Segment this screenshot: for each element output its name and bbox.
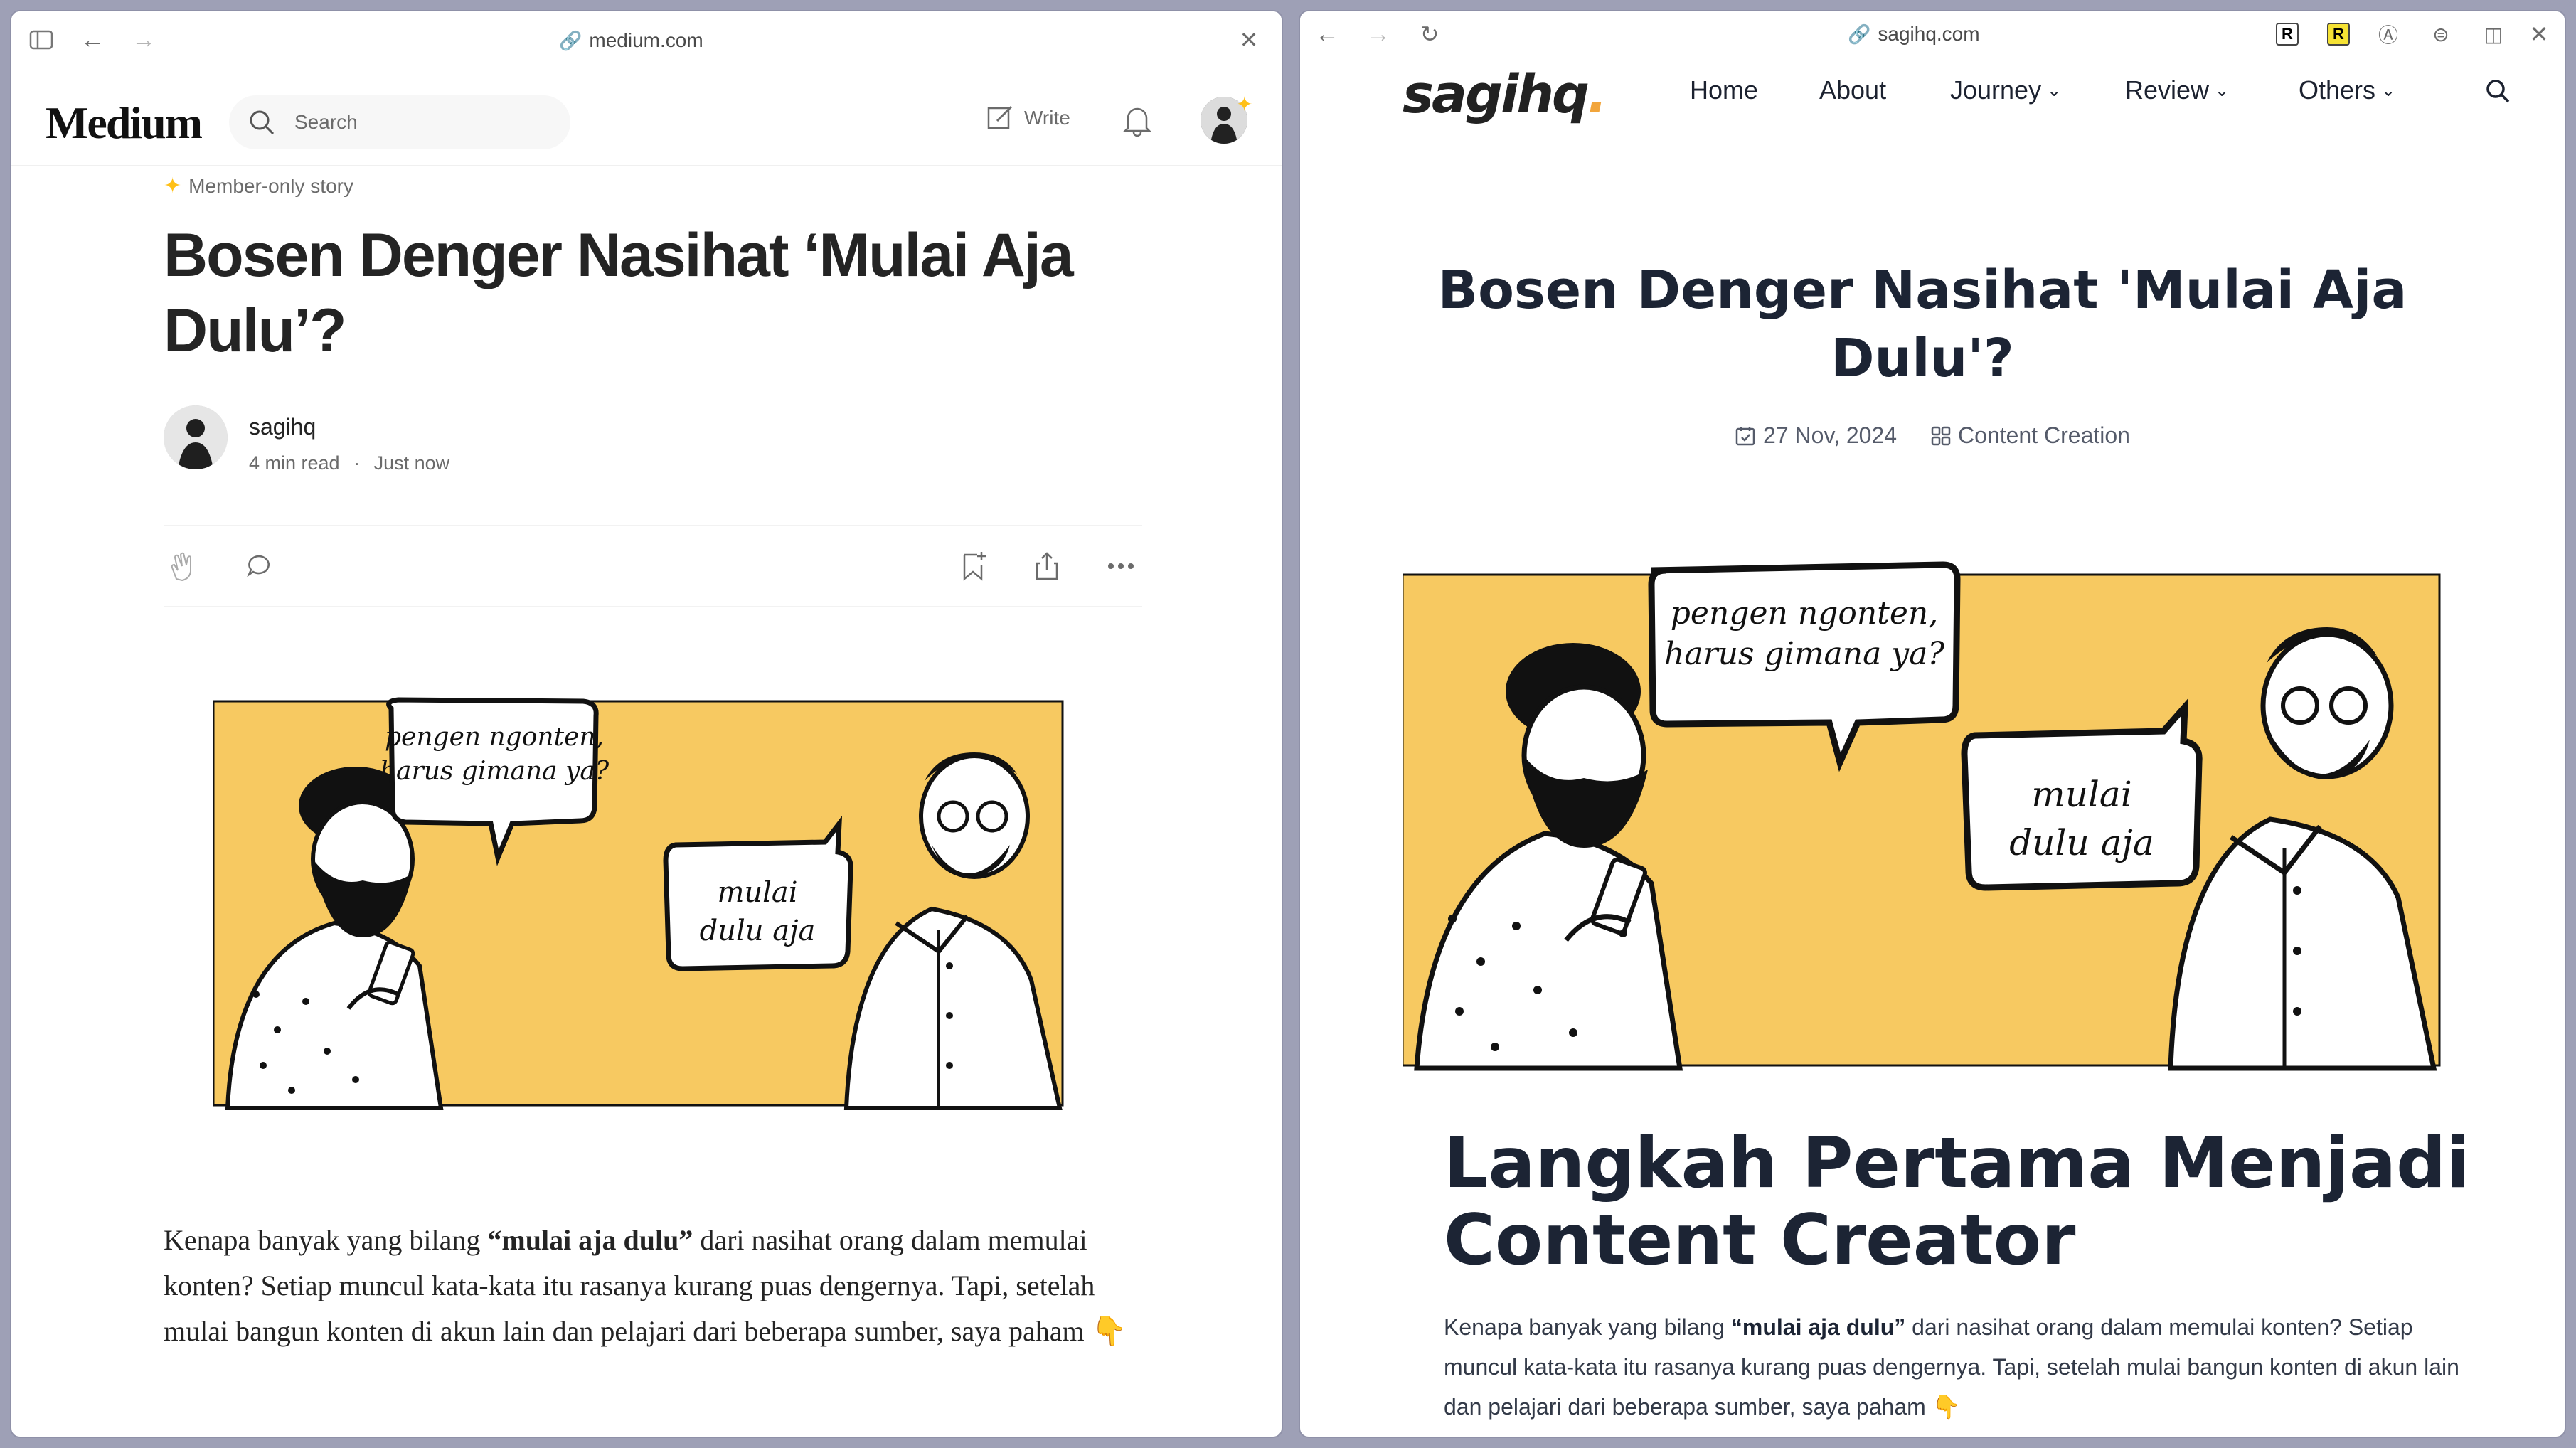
translate-icon[interactable]: Ⓐ bbox=[2373, 18, 2404, 50]
logo-text: sagihq bbox=[1403, 64, 1590, 125]
close-tab-icon[interactable]: ✕ bbox=[2523, 18, 2555, 50]
back-arrow-icon[interactable]: ← bbox=[1311, 18, 1343, 50]
write-button[interactable]: Write bbox=[986, 104, 1070, 132]
article-body: Kenapa banyak yang bilang “mulai aja dul… bbox=[164, 1218, 1159, 1354]
nav-home-label: Home bbox=[1690, 75, 1759, 105]
site-navigation: sagihq. Home About Journey ⌄ Review ⌄ Othe… bbox=[1300, 64, 2565, 138]
body-text-start: Kenapa banyak yang bilang bbox=[1444, 1314, 1731, 1340]
browser-toolbar: ← → 🔗 medium.com ✕ bbox=[11, 11, 1282, 70]
article-meta: 27 Nov, 2024 Content Creation bbox=[1300, 422, 2565, 449]
more-options-icon[interactable] bbox=[1101, 546, 1141, 586]
article-title: Bosen Denger Nasihat 'Mulai Aja Dulu'? bbox=[1437, 260, 2407, 389]
author-avatar[interactable] bbox=[164, 405, 228, 469]
close-tab-icon[interactable]: ✕ bbox=[1233, 24, 1265, 55]
search-placeholder: Search bbox=[294, 111, 358, 133]
category-grid-icon bbox=[1931, 426, 1951, 445]
forward-arrow-icon[interactable]: → bbox=[128, 24, 159, 55]
sidebar-toggle-icon[interactable] bbox=[26, 24, 57, 55]
bookmark-add-icon[interactable] bbox=[953, 546, 993, 586]
address-bar[interactable]: 🔗 medium.com bbox=[559, 11, 703, 70]
article-title: Bosen Denger Nasihat ‘Mulai Aja Dulu’? bbox=[164, 221, 1074, 365]
share-icon[interactable] bbox=[1027, 546, 1067, 586]
nav-journey[interactable]: Journey ⌄ bbox=[1950, 75, 2061, 105]
sagihq-logo[interactable]: sagihq. bbox=[1403, 64, 1607, 125]
url-text: sagihq.com bbox=[1878, 23, 1980, 45]
search-input[interactable]: Search bbox=[229, 95, 570, 149]
nav-others-label: Others bbox=[2299, 75, 2376, 105]
bubble-2-line-1: mulai bbox=[2031, 774, 2131, 815]
nav-home[interactable]: Home bbox=[1690, 75, 1758, 105]
write-label: Write bbox=[1024, 107, 1070, 129]
medium-header: Medium Search Write ✦ bbox=[11, 77, 1282, 166]
member-only-text: Member-only story bbox=[188, 174, 353, 197]
member-only-label: ✦ Member-only story bbox=[164, 174, 353, 198]
category-link[interactable]: Content Creation bbox=[1931, 422, 2130, 449]
bubble-1-line-1: pengen ngonten, bbox=[385, 723, 604, 752]
bubble-2-line-2: dulu aja bbox=[700, 915, 816, 947]
nav-review-label: Review bbox=[2125, 75, 2210, 105]
url-text: medium.com bbox=[589, 29, 703, 51]
write-icon bbox=[987, 105, 1013, 129]
bubble-1-line-1: pengen ngonten, bbox=[1671, 595, 1938, 632]
link-icon: 🔗 bbox=[559, 29, 582, 51]
member-star-icon: ✦ bbox=[1236, 93, 1253, 115]
browser-toolbar: ← → ↻ 🔗 sagihq.com R R Ⓐ ⊜ ◫ ✕ bbox=[1300, 11, 2565, 70]
bubble-2-line-1: mulai bbox=[717, 876, 797, 909]
section-heading: Langkah Pertama Menjadi Content Creator bbox=[1444, 1123, 2470, 1281]
search-icon bbox=[250, 110, 275, 135]
calendar-icon bbox=[1735, 426, 1755, 445]
bubble-1-line-2: harus gimana ya? bbox=[380, 757, 610, 786]
body-highlight: “mulai aja dulu” bbox=[1730, 1314, 1906, 1340]
logo-dot: . bbox=[1587, 64, 1607, 125]
address-bar[interactable]: 🔗 sagihq.com bbox=[1848, 11, 1980, 57]
body-text-start: Kenapa banyak yang bilang bbox=[164, 1224, 488, 1256]
read-time: 4 min read bbox=[249, 452, 340, 474]
bubble-1-line-2: harus gimana ya? bbox=[1664, 636, 1944, 672]
reload-icon[interactable]: ↻ bbox=[1414, 18, 1445, 50]
chevron-down-icon: ⌄ bbox=[2381, 80, 2396, 100]
member-star-icon: ✦ bbox=[164, 174, 182, 198]
publish-date: 27 Nov, 2024 bbox=[1735, 422, 1897, 449]
link-icon: 🔗 bbox=[1848, 23, 1871, 45]
medium-logo[interactable]: Medium bbox=[46, 97, 203, 149]
nav-others[interactable]: Others ⌄ bbox=[2299, 75, 2395, 105]
nav-review[interactable]: Review ⌄ bbox=[2125, 75, 2229, 105]
clap-icon[interactable] bbox=[164, 546, 203, 586]
chevron-down-icon: ⌄ bbox=[2215, 80, 2230, 100]
nav-about-label: About bbox=[1819, 75, 1887, 105]
category-text: Content Creation bbox=[1958, 422, 2130, 448]
sagihq-browser-window: ← → ↻ 🔗 sagihq.com R R Ⓐ ⊜ ◫ ✕ sagihq. H… bbox=[1300, 11, 2565, 1437]
forward-arrow-icon[interactable]: → bbox=[1363, 18, 1394, 50]
comment-icon[interactable] bbox=[239, 546, 279, 586]
article-action-bar bbox=[164, 525, 1142, 607]
bubble-2-line-2: dulu aja bbox=[2009, 822, 2154, 863]
nav-journey-label: Journey bbox=[1950, 75, 2042, 105]
publish-date-text: 27 Nov, 2024 bbox=[1763, 422, 1898, 448]
notifications-bell-icon[interactable] bbox=[1121, 102, 1154, 138]
extension-icon[interactable]: ⊜ bbox=[2425, 18, 2457, 50]
article-illustration: pengen ngonten, harus gimana ya? mulai d… bbox=[1403, 561, 2441, 1071]
back-arrow-icon[interactable]: ← bbox=[77, 24, 108, 55]
meta-separator: · bbox=[353, 452, 361, 474]
author-name[interactable]: sagihq bbox=[249, 414, 316, 440]
article-meta: 4 min read · Just now bbox=[249, 452, 449, 474]
medium-browser-window: ← → 🔗 medium.com ✕ Medium Search Write ✦… bbox=[11, 11, 1282, 1437]
extension-r-icon[interactable]: R bbox=[2276, 23, 2299, 46]
body-highlight: “mulai aja dulu” bbox=[487, 1224, 693, 1256]
nav-about[interactable]: About bbox=[1819, 75, 1886, 105]
article-illustration: pengen ngonten, harus gimana ya? mulai d… bbox=[213, 697, 1064, 1110]
published-time: Just now bbox=[373, 452, 450, 474]
extension-r-highlight-icon[interactable]: R bbox=[2327, 23, 2350, 46]
search-icon[interactable] bbox=[2484, 77, 2512, 105]
chevron-down-icon: ⌄ bbox=[2047, 80, 2062, 100]
article-body: Kenapa banyak yang bilang “mulai aja dul… bbox=[1444, 1307, 2468, 1427]
split-view-icon[interactable]: ◫ bbox=[2478, 18, 2509, 50]
